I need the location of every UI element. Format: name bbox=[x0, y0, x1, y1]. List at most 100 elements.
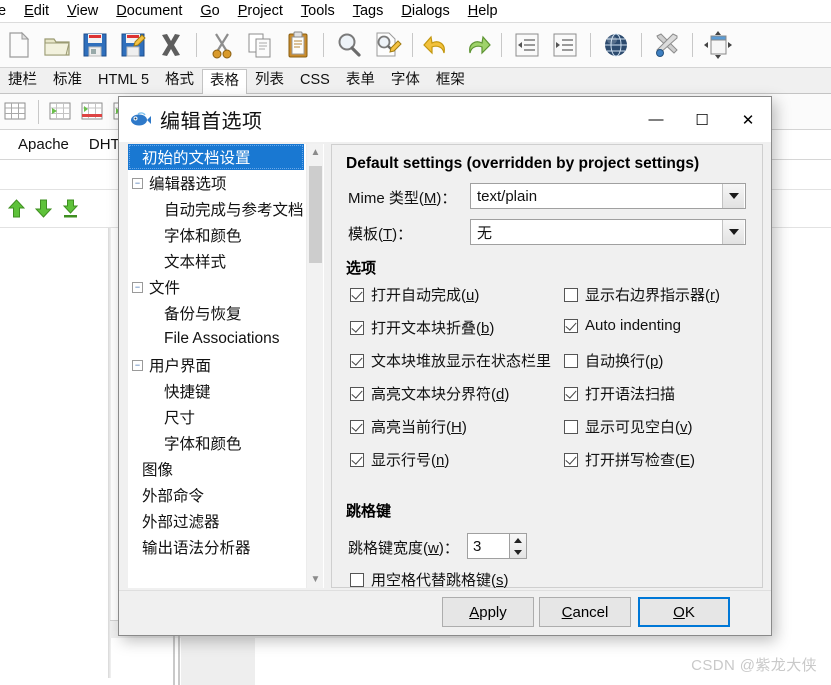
indent-icon[interactable] bbox=[549, 29, 581, 61]
tab-width-input[interactable]: 3 bbox=[467, 533, 510, 559]
option-checkbox[interactable]: 打开语法扫描 bbox=[564, 383, 675, 404]
table-delete-row-icon[interactable] bbox=[80, 100, 106, 124]
preview-globe-icon[interactable] bbox=[600, 29, 632, 61]
checkbox-box[interactable] bbox=[350, 287, 364, 302]
save-icon[interactable] bbox=[79, 29, 111, 61]
checkbox-box[interactable] bbox=[564, 287, 578, 302]
bottom-arrow-icon[interactable] bbox=[62, 199, 79, 218]
close-button[interactable]: ✕ bbox=[725, 97, 771, 142]
option-checkbox[interactable]: 高亮文本块分界符(d) bbox=[350, 383, 509, 404]
tree-item[interactable]: 图像 bbox=[128, 456, 324, 482]
menu-item-document[interactable]: Document bbox=[107, 3, 191, 19]
tab-width-stepper[interactable] bbox=[510, 533, 527, 559]
tree-item[interactable]: 外部命令 bbox=[128, 482, 324, 508]
tab-6[interactable]: CSS bbox=[292, 68, 338, 93]
option-checkbox[interactable]: 高亮当前行(H) bbox=[350, 416, 467, 437]
maximize-button[interactable]: ☐ bbox=[679, 97, 725, 142]
spaces-instead-of-tabs-checkbox[interactable]: 用空格代替跳格键(s) bbox=[350, 569, 509, 590]
tree-item[interactable]: 输出语法分析器 bbox=[128, 534, 324, 560]
stepper-down-icon[interactable] bbox=[510, 546, 526, 558]
checkbox-box[interactable] bbox=[564, 386, 578, 401]
checkbox-box[interactable] bbox=[350, 386, 364, 401]
option-checkbox[interactable]: 打开自动完成(u) bbox=[350, 284, 479, 305]
cut-scissors-icon[interactable] bbox=[206, 29, 238, 61]
option-checkbox[interactable]: 自动换行(p) bbox=[564, 350, 663, 371]
tree-item[interactable]: 备份与恢复 bbox=[128, 300, 324, 326]
settings-tree-scrollbar[interactable]: ▲ ▼ bbox=[306, 144, 323, 588]
settings-tree[interactable]: 初始的文档设置 − 编辑器选项 自动完成与参考文档 字体和颜色 文本样式 − 文件 备份与恢复 F… bbox=[128, 144, 324, 588]
tree-collapse-icon[interactable]: − bbox=[132, 177, 143, 189]
tree-item[interactable]: − 编辑器选项 bbox=[128, 170, 324, 196]
panel-divider[interactable] bbox=[173, 636, 175, 685]
taglib-apache[interactable]: Apache bbox=[8, 136, 79, 153]
tree-collapse-icon[interactable]: − bbox=[132, 359, 143, 371]
tree-item[interactable]: − 用户界面 bbox=[128, 352, 324, 378]
table-insert-row-icon[interactable] bbox=[48, 100, 74, 124]
checkbox-box[interactable] bbox=[564, 452, 578, 467]
tab-1[interactable]: 标准 bbox=[45, 68, 90, 93]
option-checkbox[interactable]: 打开文本块折叠(b) bbox=[350, 317, 494, 338]
tree-item[interactable]: 尺寸 bbox=[128, 404, 324, 430]
checkbox-box[interactable] bbox=[350, 572, 364, 587]
option-checkbox[interactable]: 打开拼写检查(E) bbox=[564, 449, 695, 470]
dialog-title-bar[interactable]: 编辑首选项 — ☐ ✕ bbox=[119, 97, 771, 142]
menu-item-tags[interactable]: Tags bbox=[344, 3, 393, 19]
tab-4[interactable]: 表格 bbox=[202, 69, 248, 94]
menu-item-edit[interactable]: Edit bbox=[15, 3, 58, 19]
unindent-icon[interactable] bbox=[511, 29, 543, 61]
find-magnifier-icon[interactable] bbox=[333, 29, 365, 61]
checkbox-box[interactable] bbox=[350, 452, 364, 467]
menu-item-file[interactable]: e bbox=[0, 3, 15, 19]
tab-3[interactable]: 格式 bbox=[157, 68, 202, 93]
apply-button[interactable]: Apply bbox=[442, 597, 534, 627]
save-as-icon[interactable] bbox=[117, 29, 149, 61]
minimize-button[interactable]: — bbox=[633, 97, 679, 142]
tree-item[interactable]: 初始的文档设置 bbox=[128, 144, 304, 170]
menu-item-dialogs[interactable]: Dialogs bbox=[392, 3, 458, 19]
cancel-button[interactable]: Cancel bbox=[539, 597, 631, 627]
checkbox-box[interactable] bbox=[564, 419, 578, 434]
option-checkbox[interactable]: 显示行号(n) bbox=[350, 449, 449, 470]
option-checkbox[interactable]: 显示右边界指示器(r) bbox=[564, 284, 720, 305]
tree-item[interactable]: 外部过滤器 bbox=[128, 508, 324, 534]
tree-item[interactable]: − 文件 bbox=[128, 274, 324, 300]
tab-8[interactable]: 字体 bbox=[383, 68, 428, 93]
find-replace-icon[interactable] bbox=[371, 29, 403, 61]
tree-item[interactable]: 文本样式 bbox=[128, 248, 324, 274]
template-combobox[interactable]: 无 bbox=[470, 219, 746, 245]
open-folder-icon[interactable] bbox=[41, 29, 73, 61]
tab-5[interactable]: 列表 bbox=[247, 68, 292, 93]
checkbox-box[interactable] bbox=[350, 353, 364, 368]
chevron-down-icon[interactable] bbox=[722, 220, 744, 244]
stepper-up-icon[interactable] bbox=[510, 534, 526, 546]
menu-item-help[interactable]: Help bbox=[459, 3, 507, 19]
option-checkbox[interactable]: Auto indenting bbox=[564, 317, 681, 334]
scroll-down-icon[interactable]: ▼ bbox=[307, 571, 324, 588]
checkbox-box[interactable] bbox=[350, 419, 364, 434]
checkbox-box[interactable] bbox=[564, 353, 578, 368]
redo-arrow-icon[interactable] bbox=[460, 29, 492, 61]
tree-item[interactable]: 自动完成与参考文档 bbox=[128, 196, 324, 222]
new-file-icon[interactable] bbox=[3, 29, 35, 61]
scroll-up-icon[interactable]: ▲ bbox=[307, 144, 324, 161]
down-arrow-icon[interactable] bbox=[34, 199, 53, 218]
menu-item-view[interactable]: View bbox=[58, 3, 107, 19]
mime-type-combobox[interactable]: text/plain bbox=[470, 183, 746, 209]
chevron-down-icon[interactable] bbox=[722, 184, 744, 208]
menu-item-go[interactable]: Go bbox=[191, 3, 228, 19]
up-arrow-icon[interactable] bbox=[7, 199, 26, 218]
checkbox-box[interactable] bbox=[564, 318, 578, 333]
ok-button[interactable]: OK bbox=[638, 597, 730, 627]
tab-2[interactable]: HTML 5 bbox=[90, 68, 157, 93]
panel-divider-secondary[interactable] bbox=[178, 636, 180, 685]
option-checkbox[interactable]: 显示可见空白(v) bbox=[564, 416, 693, 437]
tree-collapse-icon[interactable]: − bbox=[132, 281, 143, 293]
tab-0[interactable]: 捷栏 bbox=[0, 68, 45, 93]
option-checkbox[interactable]: 文本块堆放显示在状态栏里 bbox=[350, 350, 551, 371]
tree-item[interactable]: 快捷键 bbox=[128, 378, 324, 404]
table-icon[interactable] bbox=[3, 100, 29, 124]
tree-item[interactable]: 字体和颜色 bbox=[128, 222, 324, 248]
menu-item-tools[interactable]: Tools bbox=[292, 3, 344, 19]
tree-item[interactable]: File Associations bbox=[128, 326, 324, 352]
paste-clipboard-icon[interactable] bbox=[282, 29, 314, 61]
